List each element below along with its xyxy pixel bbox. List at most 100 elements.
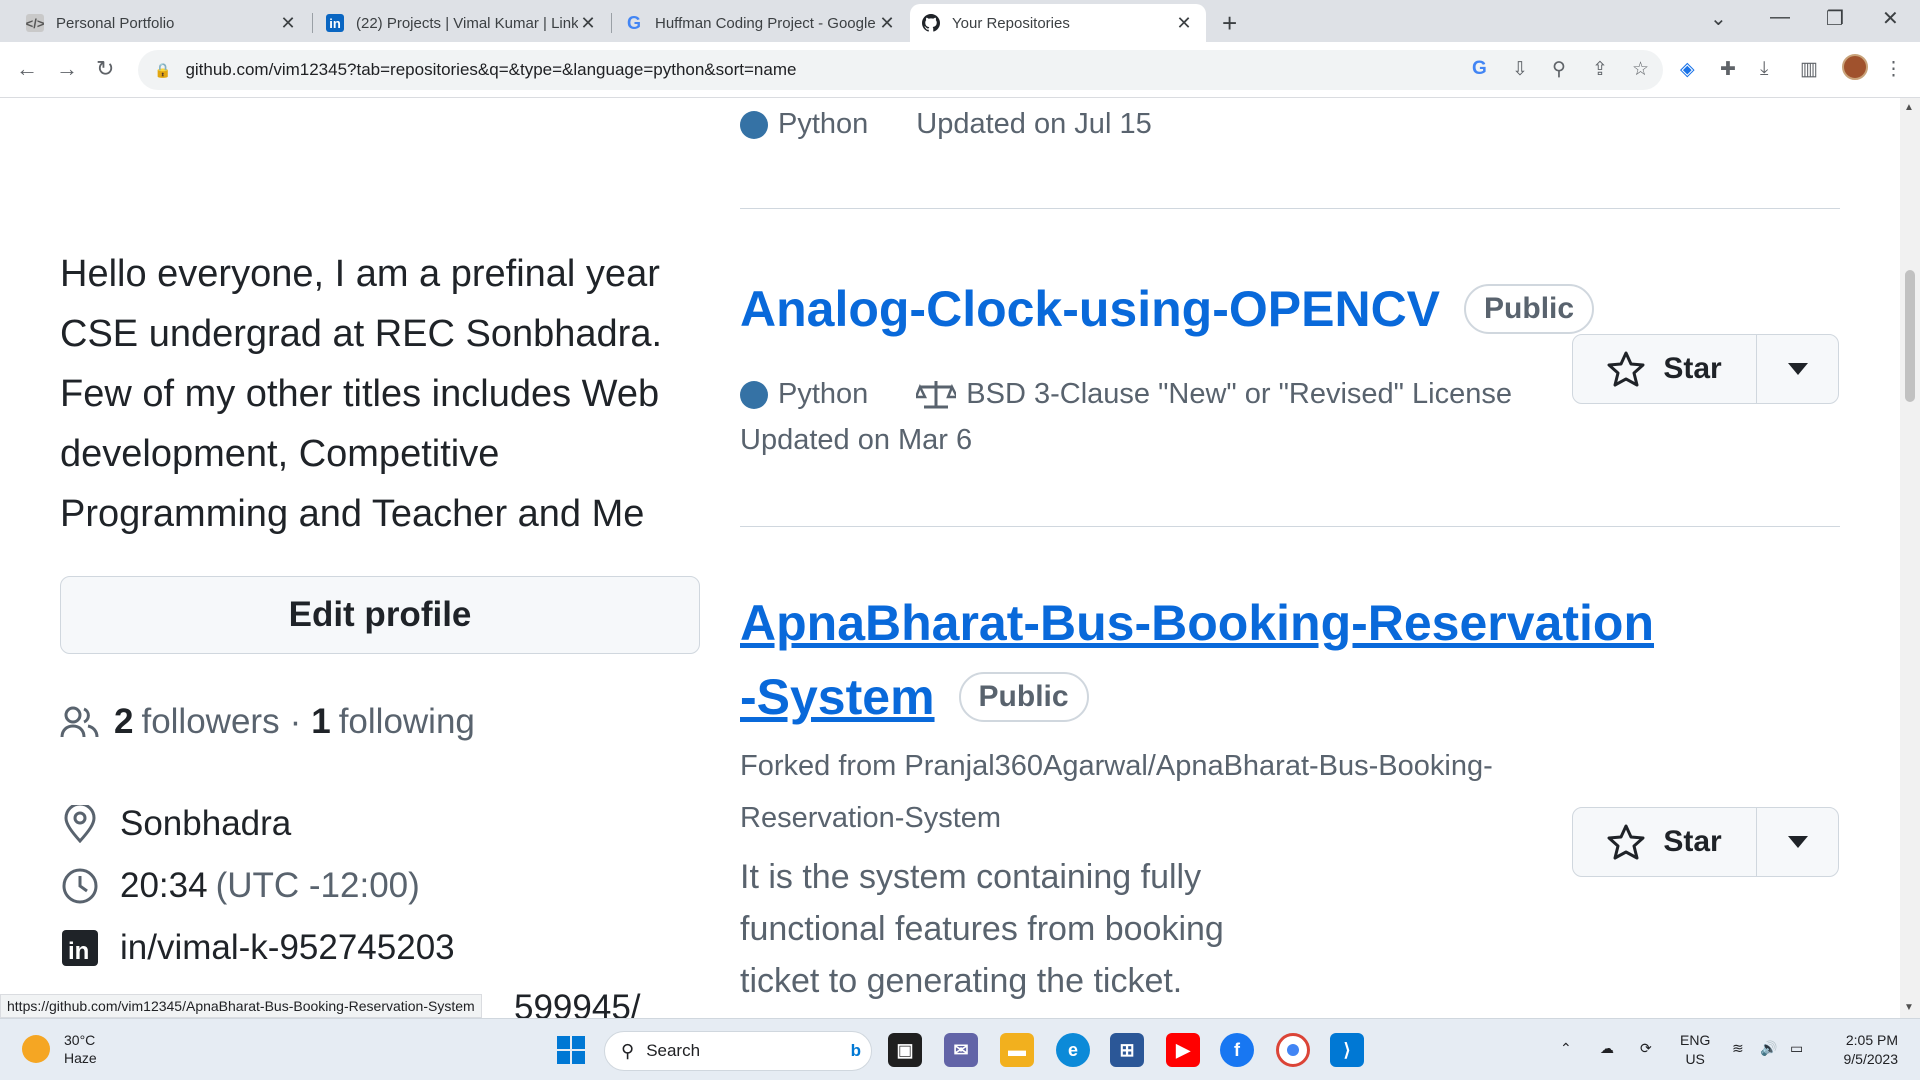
system-clock[interactable]: 2:05 PM 9/5/2023 <box>1828 1031 1899 1069</box>
task-view-icon[interactable]: ▣ <box>888 1033 922 1067</box>
youtube-icon[interactable]: ▶ <box>1166 1033 1200 1067</box>
menu-kebab-icon[interactable]: ⋮ <box>1884 58 1903 81</box>
forward-button[interactable]: → <box>56 56 78 82</box>
tab-huffman-google[interactable]: G Huffman Coding Project - Google ✕ <box>613 4 909 42</box>
file-explorer-icon[interactable]: ▬ <box>1000 1033 1034 1067</box>
profile-partial-link[interactable]: 599945/ <box>514 988 641 1018</box>
scroll-up-arrow-icon[interactable]: ▲ <box>1904 102 1914 113</box>
edge-browser-icon[interactable]: e <box>1056 1033 1090 1067</box>
side-panel-icon[interactable]: ▥ <box>1800 58 1818 81</box>
taskbar-search[interactable]: ⚲ Search b <box>604 1031 872 1071</box>
extension-icon[interactable]: ◈ <box>1680 58 1695 81</box>
profile-bio: Hello everyone, I am a prefinal year CSE… <box>60 253 663 535</box>
repo-name-link[interactable]: Analog-Clock-using-OPENCV <box>740 280 1440 338</box>
microsoft-store-icon[interactable]: ⊞ <box>1110 1033 1144 1067</box>
caret-down-icon <box>1787 363 1808 375</box>
tab-search-chevron-icon[interactable]: ⌄ <box>1710 6 1727 31</box>
repo-meta: Python BSD 3-Clause "New" or "Revised" L… <box>740 378 1512 411</box>
forked-from-line2[interactable]: Reservation-System <box>740 802 1001 835</box>
divider <box>740 208 1840 209</box>
repo-updated: Updated on Mar 6 <box>740 424 973 456</box>
star-list-dropdown[interactable] <box>1757 335 1838 403</box>
repo-item-analog-clock: Analog-Clock-using-OPENCV Public <box>740 280 1595 338</box>
github-icon <box>922 14 940 32</box>
bookmark-star-icon[interactable]: ☆ <box>1632 58 1649 81</box>
facebook-icon[interactable]: f <box>1220 1033 1254 1067</box>
download-icon[interactable]: ⤓ <box>1760 58 1768 80</box>
google-icon: G <box>626 12 641 33</box>
profile-local-time: 20:34 (UTC -12:00) <box>60 866 420 906</box>
people-icon <box>60 705 100 739</box>
star-icon <box>1607 824 1645 860</box>
star-icon <box>1607 351 1645 387</box>
following-link[interactable]: 1 following <box>311 702 475 742</box>
language-indicator[interactable]: ENG US <box>1680 1031 1710 1069</box>
weather-widget[interactable]: 30°C Haze <box>22 1031 97 1067</box>
google-translate-icon[interactable]: G <box>1472 58 1487 80</box>
vscode-icon[interactable]: ⟩ <box>1330 1033 1364 1067</box>
onedrive-icon[interactable]: ☁ <box>1600 1039 1614 1058</box>
chrome-icon[interactable] <box>1276 1033 1310 1067</box>
tab-separator <box>312 13 313 33</box>
tab-personal-portfolio[interactable]: </> Personal Portfolio ✕ <box>14 4 310 42</box>
zoom-icon[interactable]: ⚲ <box>1552 58 1566 81</box>
profile-location: Sonbhadra <box>60 804 291 844</box>
close-icon[interactable]: ✕ <box>1174 13 1194 34</box>
teams-chat-icon[interactable]: ✉ <box>944 1033 978 1067</box>
visibility-badge: Public <box>958 672 1089 722</box>
wifi-icon[interactable]: ≋ <box>1732 1039 1744 1058</box>
profile-avatar[interactable] <box>1842 54 1868 80</box>
tab-linkedin-projects[interactable]: in (22) Projects | Vimal Kumar | Link ✕ <box>314 4 610 42</box>
python-language-dot <box>740 110 768 139</box>
windows-taskbar: 30°C Haze ⚲ Search b ▣ ✉ ▬ e ⊞ ▶ f ⟩ ⌃ ☁… <box>0 1018 1920 1080</box>
volume-icon[interactable]: 🔊 <box>1760 1039 1777 1058</box>
tab-your-repositories[interactable]: Your Repositories ✕ <box>910 4 1206 42</box>
close-icon[interactable]: ✕ <box>578 13 598 34</box>
close-window-button[interactable]: ✕ <box>1882 6 1899 31</box>
clock-icon <box>60 867 100 905</box>
minimize-button[interactable]: — <box>1770 6 1790 29</box>
star-button-group: Star <box>1572 807 1839 877</box>
new-tab-button[interactable]: + <box>1222 8 1237 39</box>
lock-icon: 🔒 <box>154 61 172 78</box>
battery-icon[interactable]: ▭ <box>1790 1039 1803 1058</box>
show-hidden-icons-chevron-icon[interactable]: ⌃ <box>1560 1039 1572 1058</box>
followers-link[interactable]: 2 followers <box>114 702 280 742</box>
portfolio-icon: </> <box>25 14 45 32</box>
repo-name-link-line2[interactable]: -System <box>740 668 935 726</box>
close-icon[interactable]: ✕ <box>877 13 897 34</box>
repo-meta-top: Python Updated on Jul 15 <box>740 108 1152 141</box>
repo-description-line3: ticket to generating the ticket. <box>740 962 1183 1000</box>
caret-down-icon <box>1787 836 1808 848</box>
scroll-down-arrow-icon[interactable]: ▼ <box>1904 1002 1914 1013</box>
github-repositories-page: Python Updated on Jul 15 Hello everyone,… <box>0 98 1900 1018</box>
star-button[interactable]: Star <box>1573 335 1757 403</box>
repo-name-link-line1[interactable]: ApnaBharat-Bus-Booking-Reservation <box>740 594 1654 652</box>
bing-icon: b <box>850 1041 861 1060</box>
browser-tab-strip: </> Personal Portfolio ✕ in (22) Project… <box>0 0 1920 42</box>
forked-from-line1[interactable]: Forked from Pranjal360Agarwal/ApnaBharat… <box>740 750 1493 783</box>
page-scrollbar[interactable]: ▲ ▼ <box>1900 98 1920 1018</box>
weather-haze-icon <box>22 1035 50 1063</box>
windows-start-icon[interactable] <box>554 1033 588 1067</box>
python-language-dot <box>740 380 768 409</box>
profile-linkedin[interactable]: in in/vimal-k-952745203 <box>60 928 455 968</box>
back-button[interactable]: ← <box>16 56 38 82</box>
address-bar[interactable]: 🔒 github.com/vim12345?tab=repositories&q… <box>138 50 1663 90</box>
star-list-dropdown[interactable] <box>1757 808 1838 876</box>
close-icon[interactable]: ✕ <box>278 13 298 34</box>
restore-button[interactable]: ❐ <box>1826 6 1844 31</box>
repo-description-line2: functional features from booking <box>740 910 1224 948</box>
visibility-badge: Public <box>1464 284 1595 334</box>
browser-toolbar: ← → ↻ 🔒 github.com/vim12345?tab=reposito… <box>0 42 1920 98</box>
repo-description-line1: It is the system containing fully <box>740 858 1202 896</box>
star-button[interactable]: Star <box>1573 808 1757 876</box>
share-icon[interactable]: ⇪ <box>1592 58 1608 81</box>
install-app-icon[interactable]: ⇩ <box>1512 58 1528 81</box>
edit-profile-button[interactable]: Edit profile <box>60 576 700 654</box>
extensions-puzzle-icon[interactable]: ✚ <box>1720 58 1736 81</box>
reload-button[interactable]: ↻ <box>96 56 114 82</box>
repo-item-apnabharat: -System Public <box>740 668 1089 726</box>
sync-icon[interactable]: ⟳ <box>1640 1039 1652 1058</box>
scrollbar-thumb[interactable] <box>1905 270 1915 402</box>
